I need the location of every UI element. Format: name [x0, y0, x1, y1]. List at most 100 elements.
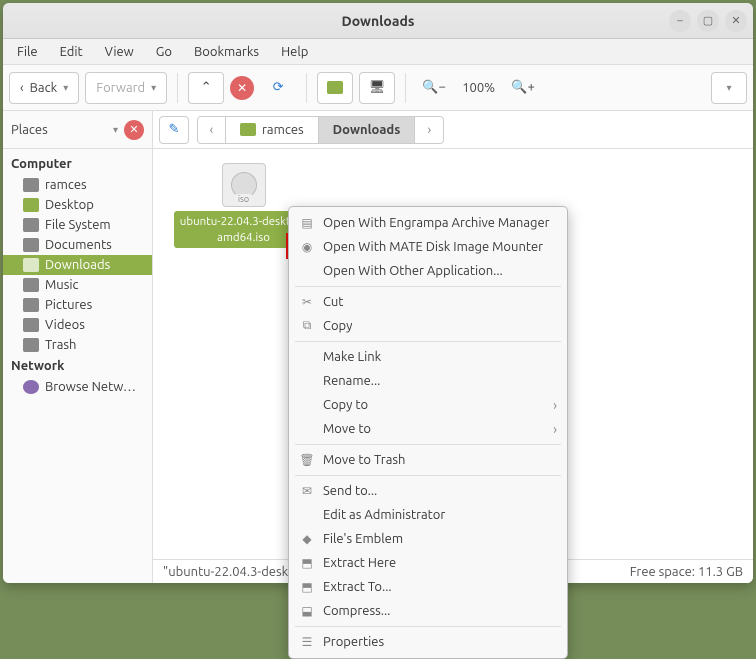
breadcrumb-parent[interactable]: ramces: [226, 117, 319, 143]
sidebar-item-ramces[interactable]: ramces: [3, 175, 152, 195]
zoom-in-icon: 🔍+: [511, 80, 535, 95]
extract-icon: ⬒: [299, 580, 315, 594]
menu-file[interactable]: File: [7, 42, 48, 62]
menu-go[interactable]: Go: [146, 42, 182, 62]
context-menu-item[interactable]: Rename...: [289, 369, 567, 393]
archive-icon: ▤: [299, 216, 315, 230]
context-menu-item[interactable]: ◉Open With MATE Disk Image Mounter: [289, 235, 567, 259]
context-menu-label: Open With Engrampa Archive Manager: [323, 216, 550, 230]
pencil-icon: ✎: [169, 122, 180, 137]
context-menu-item[interactable]: Make Link: [289, 345, 567, 369]
home-icon: [327, 81, 343, 94]
context-menu-label: Send to...: [323, 484, 377, 498]
context-menu-item[interactable]: ☰Properties: [289, 630, 567, 654]
home-button[interactable]: [317, 72, 353, 104]
sidebar-item-filesystem[interactable]: File System: [3, 215, 152, 235]
sidebar-item-downloads[interactable]: Downloads: [3, 255, 152, 275]
zoom-out-icon: 🔍−: [422, 80, 446, 95]
context-menu-item[interactable]: Move to: [289, 417, 567, 441]
context-menu-label: Make Link: [323, 350, 381, 364]
context-menu-item[interactable]: Copy to: [289, 393, 567, 417]
context-menu-label: Compress...: [323, 604, 390, 618]
sidebar-header: Places ▾ ✕: [3, 111, 152, 149]
context-menu: ▤ Open With Engrampa Archive Manager ◉Open…: [288, 206, 568, 659]
sidebar-item-browse-network[interactable]: Browse Netw…: [3, 377, 152, 397]
sidebar-item-label: Browse Netw…: [45, 380, 136, 394]
context-menu-separator: [295, 341, 561, 342]
context-menu-item[interactable]: ✉Send to...: [289, 479, 567, 503]
sidebar-item-label: File System: [45, 218, 111, 232]
context-menu-item[interactable]: ▤ Open With Engrampa Archive Manager: [289, 211, 567, 235]
sidebar-item-desktop[interactable]: Desktop: [3, 195, 152, 215]
chevron-down-icon: ▾: [151, 82, 156, 94]
menu-edit[interactable]: Edit: [50, 42, 93, 62]
reload-button[interactable]: ⟳: [260, 72, 296, 104]
context-menu-item[interactable]: Open With Other Application...: [289, 259, 567, 283]
context-menu-item[interactable]: ◆File's Emblem: [289, 527, 567, 551]
toolbar-divider: [306, 73, 307, 103]
breadcrumb-next[interactable]: ›: [415, 117, 443, 143]
forward-button[interactable]: Forward ▾: [85, 72, 167, 104]
stop-button[interactable]: ✕: [230, 76, 254, 100]
sidebar-item-pictures[interactable]: Pictures: [3, 295, 152, 315]
breadcrumb-prev[interactable]: ‹: [198, 117, 226, 143]
sidebar-item-documents[interactable]: Documents: [3, 235, 152, 255]
folder-icon: [240, 123, 256, 136]
chevron-down-icon: ▾: [63, 82, 68, 94]
trash-icon: [23, 338, 39, 352]
sidebar: Places ▾ ✕ Computer ramces Desktop File …: [3, 111, 153, 583]
zoom-out-button[interactable]: 🔍−: [416, 72, 452, 104]
context-menu-item[interactable]: Edit as Administrator: [289, 503, 567, 527]
status-free-space: Free space: 11.3 GB: [630, 565, 743, 579]
menu-view[interactable]: View: [95, 42, 144, 62]
menu-bookmarks[interactable]: Bookmarks: [184, 42, 269, 62]
computer-icon: 🖥: [369, 80, 386, 95]
zoom-level: 100%: [458, 81, 499, 95]
cut-icon: ✂: [299, 295, 315, 309]
folder-icon: [23, 178, 39, 192]
trash-icon: 🗑: [299, 453, 315, 467]
context-menu-item[interactable]: ⬒ Extract To...: [289, 575, 567, 599]
context-menu-item[interactable]: ⧉Copy: [289, 314, 567, 338]
sidebar-item-videos[interactable]: Videos: [3, 315, 152, 335]
menu-help[interactable]: Help: [271, 42, 318, 62]
folder-icon: [23, 258, 39, 272]
chevron-down-icon: ▾: [726, 82, 731, 94]
breadcrumb: ‹ ramces Downloads ›: [197, 116, 444, 144]
window-title: Downloads: [3, 13, 753, 29]
breadcrumb-current[interactable]: Downloads: [319, 117, 416, 143]
back-button[interactable]: ‹ Back ▾: [9, 72, 79, 104]
section-network: Network: [3, 355, 152, 377]
view-mode-button[interactable]: ▾: [711, 72, 747, 104]
chevron-down-icon[interactable]: ▾: [113, 124, 118, 136]
close-button[interactable]: ✕: [725, 10, 747, 32]
context-menu-item[interactable]: ⬓ Compress...: [289, 599, 567, 623]
disk-icon: [23, 218, 39, 232]
iso-disc-icon: iso: [222, 163, 266, 207]
back-icon: ‹: [20, 81, 24, 95]
edit-path-button[interactable]: ✎: [159, 116, 189, 144]
context-menu-label: Extract Here: [323, 556, 396, 570]
toolbar: ‹ Back ▾ Forward ▾ ⌃ ✕ ⟳ 🖥 🔍− 100% 🔍+ ▾: [3, 65, 753, 111]
zoom-in-button[interactable]: 🔍+: [505, 72, 541, 104]
context-menu-item[interactable]: ⬒Extract Here: [289, 551, 567, 575]
minimize-button[interactable]: –: [669, 10, 691, 32]
sidebar-item-label: Trash: [45, 338, 76, 352]
folder-icon: [23, 318, 39, 332]
context-menu-separator: [295, 475, 561, 476]
maximize-button[interactable]: ▢: [697, 10, 719, 32]
compress-icon: ⬓: [299, 604, 315, 618]
up-icon: ⌃: [201, 80, 212, 95]
computer-button[interactable]: 🖥: [359, 72, 395, 104]
context-menu-item[interactable]: ✂Cut: [289, 290, 567, 314]
sidebar-close-button[interactable]: ✕: [124, 120, 144, 140]
titlebar: Downloads – ▢ ✕: [3, 3, 753, 39]
breadcrumb-label: ramces: [262, 123, 304, 137]
context-menu-label: Extract To...: [323, 580, 392, 594]
up-button[interactable]: ⌃: [188, 72, 224, 104]
sidebar-item-music[interactable]: Music: [3, 275, 152, 295]
context-menu-item[interactable]: 🗑Move to Trash: [289, 448, 567, 472]
copy-icon: ⧉: [299, 319, 315, 333]
sidebar-item-trash[interactable]: Trash: [3, 335, 152, 355]
context-menu-label: Move to: [323, 422, 371, 436]
